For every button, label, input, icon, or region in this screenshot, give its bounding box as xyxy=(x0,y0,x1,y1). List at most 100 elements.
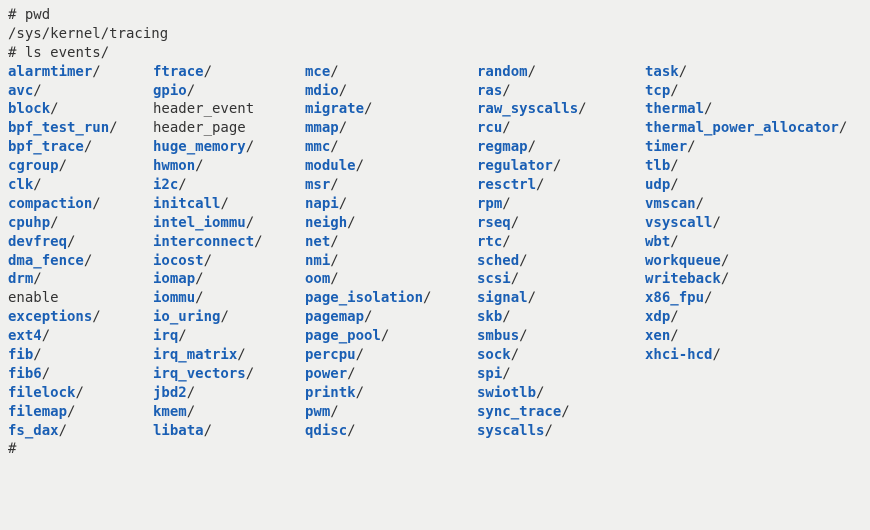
dir-slash: / xyxy=(670,328,678,344)
ls-entry: ext4/ xyxy=(8,327,153,346)
dir-slash: / xyxy=(84,253,92,269)
ls-entry: thermal_power_allocator/ xyxy=(645,119,847,138)
ls-entry: neigh/ xyxy=(305,214,477,233)
dir-slash: / xyxy=(33,271,41,287)
directory-name: interconnect xyxy=(153,234,254,250)
directory-name: filelock xyxy=(8,385,75,401)
ls-entry: alarmtimer/ xyxy=(8,63,153,82)
dir-slash: / xyxy=(528,139,536,155)
ls-entry: gpio/ xyxy=(153,82,305,101)
ls-entry: fib/ xyxy=(8,346,153,365)
dir-slash: / xyxy=(339,120,347,136)
ls-entry: mdio/ xyxy=(305,82,477,101)
ls-entry: intel_iommu/ xyxy=(153,214,305,233)
ls-entry: workqueue/ xyxy=(645,252,847,271)
ls-entry: exceptions/ xyxy=(8,308,153,327)
directory-name: jbd2 xyxy=(153,385,187,401)
ls-entry: rcu/ xyxy=(477,119,645,138)
directory-name: alarmtimer xyxy=(8,64,92,80)
directory-name: page_isolation xyxy=(305,290,423,306)
directory-name: fib6 xyxy=(8,366,42,382)
dir-slash: / xyxy=(92,309,100,325)
dir-slash: / xyxy=(356,385,364,401)
dir-slash: / xyxy=(220,309,228,325)
directory-name: raw_syscalls xyxy=(477,101,578,117)
directory-name: udp xyxy=(645,177,670,193)
directory-name: neigh xyxy=(305,215,347,231)
ls-entry: raw_syscalls/ xyxy=(477,100,645,119)
dir-slash: / xyxy=(330,64,338,80)
directory-name: vsyscall xyxy=(645,215,712,231)
dir-slash: / xyxy=(381,328,389,344)
dir-slash: / xyxy=(92,64,100,80)
dir-slash: / xyxy=(502,366,510,382)
directory-name: mce xyxy=(305,64,330,80)
dir-slash: / xyxy=(33,347,41,363)
dir-slash: / xyxy=(704,290,712,306)
dir-slash: / xyxy=(721,271,729,287)
directory-name: syscalls xyxy=(477,423,544,439)
directory-name: ext4 xyxy=(8,328,42,344)
directory-name: sock xyxy=(477,347,511,363)
directory-name: napi xyxy=(305,196,339,212)
dir-slash: / xyxy=(330,271,338,287)
directory-name: compaction xyxy=(8,196,92,212)
dir-slash: / xyxy=(178,177,186,193)
directory-name: iommu xyxy=(153,290,195,306)
dir-slash: / xyxy=(187,385,195,401)
dir-slash: / xyxy=(220,196,228,212)
directory-name: cpuhp xyxy=(8,215,50,231)
ls-entry: smbus/ xyxy=(477,327,645,346)
directory-name: xdp xyxy=(645,309,670,325)
directory-name: xhci-hcd xyxy=(645,347,712,363)
directory-name: printk xyxy=(305,385,356,401)
ls-entry: ras/ xyxy=(477,82,645,101)
ls-column: task/tcp/thermal/thermal_power_allocator… xyxy=(645,63,847,441)
dir-slash: / xyxy=(330,253,338,269)
ls-entry: jbd2/ xyxy=(153,384,305,403)
ls-entry: module/ xyxy=(305,157,477,176)
directory-name: timer xyxy=(645,139,687,155)
prompt-line-3: # xyxy=(8,440,862,459)
ls-entry: migrate/ xyxy=(305,100,477,119)
ls-entry: swiotlb/ xyxy=(477,384,645,403)
ls-column: mce/mdio/migrate/mmap/mmc/module/msr/nap… xyxy=(305,63,477,441)
directory-name: clk xyxy=(8,177,33,193)
ls-entry: ftrace/ xyxy=(153,63,305,82)
ls-entry: resctrl/ xyxy=(477,176,645,195)
dir-slash: / xyxy=(195,158,203,174)
ls-entry: regulator/ xyxy=(477,157,645,176)
directory-name: power xyxy=(305,366,347,382)
directory-name: tlb xyxy=(645,158,670,174)
directory-name: resctrl xyxy=(477,177,536,193)
prompt-hash: # xyxy=(8,441,16,457)
directory-name: pwm xyxy=(305,404,330,420)
dir-slash: / xyxy=(33,83,41,99)
ls-entry: qdisc/ xyxy=(305,422,477,441)
directory-name: thermal xyxy=(645,101,704,117)
dir-slash: / xyxy=(687,139,695,155)
prompt-hash: # xyxy=(8,45,16,61)
dir-slash: / xyxy=(178,328,186,344)
directory-name: io_uring xyxy=(153,309,220,325)
dir-slash: / xyxy=(42,366,50,382)
dir-slash: / xyxy=(704,101,712,117)
dir-slash: / xyxy=(670,83,678,99)
directory-name: tcp xyxy=(645,83,670,99)
ls-entry: dma_fence/ xyxy=(8,252,153,271)
ls-entry: msr/ xyxy=(305,176,477,195)
dir-slash: / xyxy=(679,64,687,80)
dir-slash: / xyxy=(519,328,527,344)
dir-slash: / xyxy=(246,215,254,231)
ls-entry: wbt/ xyxy=(645,233,847,252)
directory-name: percpu xyxy=(305,347,356,363)
ls-entry: scsi/ xyxy=(477,270,645,289)
ls-entry: iomap/ xyxy=(153,270,305,289)
ls-entry: cgroup/ xyxy=(8,157,153,176)
ls-entry: xdp/ xyxy=(645,308,847,327)
dir-slash: / xyxy=(195,290,203,306)
ls-entry: block/ xyxy=(8,100,153,119)
ls-entry: pagemap/ xyxy=(305,308,477,327)
dir-slash: / xyxy=(561,404,569,420)
dir-slash: / xyxy=(502,196,510,212)
